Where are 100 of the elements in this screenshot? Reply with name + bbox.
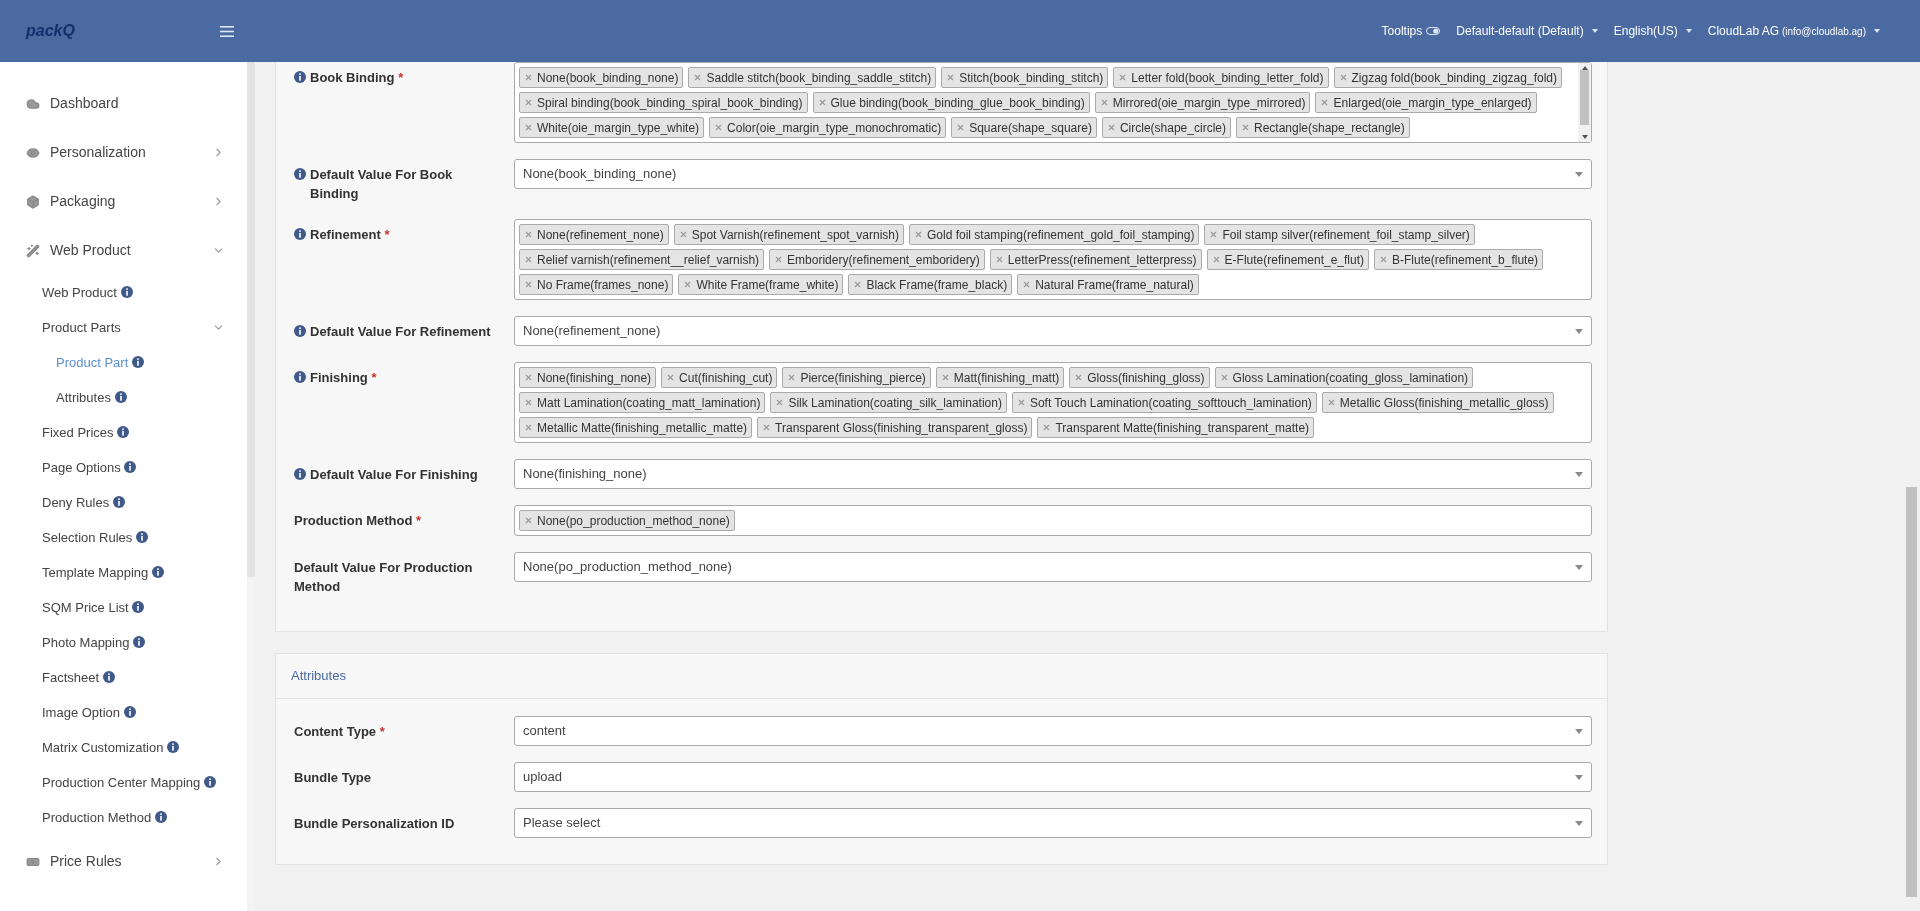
remove-icon[interactable]: [666, 373, 676, 382]
sidebar-subitem[interactable]: Template Mapping: [0, 555, 247, 590]
selected-tag[interactable]: Natural Frame(frame_natural): [1017, 274, 1199, 295]
remove-icon[interactable]: [853, 280, 863, 289]
select-field[interactable]: Please select: [514, 808, 1592, 838]
sidebar-subitem[interactable]: Attributes: [0, 380, 247, 415]
remove-icon[interactable]: [775, 398, 785, 407]
selected-tag[interactable]: Rectangle(shape_rectangle): [1235, 117, 1410, 138]
sidebar-subitem[interactable]: Photo Mapping: [0, 625, 247, 660]
selected-tag[interactable]: Gold foil stamping(refinement_gold_foil_stamping): [908, 224, 1200, 245]
remove-icon[interactable]: [524, 423, 533, 432]
remove-icon[interactable]: [524, 73, 533, 82]
menu-icon[interactable]: [220, 25, 234, 37]
sidebar-subitem[interactable]: Production Method: [0, 800, 247, 835]
selected-tag[interactable]: Matt(finishing_matt): [935, 367, 1065, 388]
remove-icon[interactable]: [1022, 280, 1032, 289]
selected-tag[interactable]: Metallic Matte(finishing_metallic_matte): [519, 417, 753, 438]
selected-tag[interactable]: E-Flute(refinement_e_flut): [1206, 249, 1369, 270]
select-field[interactable]: upload: [514, 762, 1592, 792]
sidebar-subitem[interactable]: Page Options: [0, 450, 247, 485]
selected-tag[interactable]: Saddle stitch(book_binding_saddle_stitch): [688, 67, 937, 88]
header-dropdown[interactable]: CloudLab AG (info@cloudlab.ag): [1707, 22, 1880, 40]
selected-tag[interactable]: None(book_binding_none): [519, 67, 684, 88]
remove-icon[interactable]: [946, 73, 956, 82]
remove-icon[interactable]: [1320, 98, 1330, 107]
sidebar-subitem[interactable]: Web Product: [0, 275, 247, 310]
remove-icon[interactable]: [1042, 423, 1052, 432]
select-field[interactable]: None(finishing_none): [514, 459, 1592, 489]
sidebar-subitem[interactable]: Production Center Mapping: [0, 765, 247, 800]
select-field[interactable]: None(refinement_none): [514, 316, 1592, 346]
selected-tag[interactable]: Black Frame(frame_black): [848, 274, 1013, 295]
remove-icon[interactable]: [524, 255, 533, 264]
remove-icon[interactable]: [524, 230, 533, 239]
select-field[interactable]: content: [514, 716, 1592, 746]
selected-tag[interactable]: Spiral binding(book_binding_spiral_book_binding): [519, 92, 808, 113]
sidebar-subitem[interactable]: SQM Price List: [0, 590, 247, 625]
remove-icon[interactable]: [678, 230, 688, 239]
remove-icon[interactable]: [524, 398, 533, 407]
selected-tag[interactable]: Transparent Matte(finishing_transparent_matte): [1037, 417, 1315, 438]
selected-tag[interactable]: Emboridery(refinement_emboridery): [769, 249, 985, 270]
multiselect-field[interactable]: [514, 219, 1592, 300]
sidebar-subitem[interactable]: Selection Rules: [0, 520, 247, 555]
remove-icon[interactable]: [693, 73, 703, 82]
selected-tag[interactable]: Metallic Gloss(finishing_metallic_gloss): [1321, 392, 1554, 413]
selected-tag[interactable]: White Frame(frame_white): [678, 274, 844, 295]
selected-tag[interactable]: Foil stamp silver(refinement_foil_stamp_silver): [1204, 224, 1475, 245]
sidebar-subitem[interactable]: Product Parts: [0, 310, 247, 345]
sidebar-subitem[interactable]: Matrix Customization: [0, 730, 247, 765]
remove-icon[interactable]: [1338, 73, 1348, 82]
selected-tag[interactable]: Mirrored(oie_margin_type_mirrored): [1094, 92, 1311, 113]
selected-tag[interactable]: Square(shape_square): [951, 117, 1097, 138]
remove-icon[interactable]: [913, 230, 923, 239]
header-dropdown[interactable]: Default-default (Default): [1456, 22, 1598, 40]
selected-tag[interactable]: None(refinement_none): [519, 224, 669, 245]
sidebar-item[interactable]: Web Product: [0, 226, 247, 275]
scroll-down-icon[interactable]: [1581, 135, 1588, 139]
sidebar-item[interactable]: Personalization: [0, 128, 247, 177]
sidebar-item[interactable]: Price Rules: [0, 837, 247, 886]
multiselect-field[interactable]: [514, 62, 1592, 143]
sidebar-subitem[interactable]: Factsheet: [0, 660, 247, 695]
remove-icon[interactable]: [1016, 398, 1026, 407]
selected-tag[interactable]: Pierce(finishing_pierce): [782, 367, 931, 388]
selected-tag[interactable]: Relief varnish(refinement__relief_varnish): [519, 249, 765, 270]
selected-tag[interactable]: Gloss(finishing_gloss): [1069, 367, 1210, 388]
selected-tag[interactable]: LetterPress(refinement_letterpress): [989, 249, 1202, 270]
selected-tag[interactable]: Glue binding(book_binding_glue_book_binding): [812, 92, 1090, 113]
selected-tag[interactable]: Silk Lamination(coating_silk_lamination): [770, 392, 1007, 413]
remove-icon[interactable]: [1099, 98, 1109, 107]
selected-tag[interactable]: Enlarged(oie_margin_type_enlarged): [1315, 92, 1537, 113]
remove-icon[interactable]: [1379, 255, 1388, 264]
selected-tag[interactable]: Gloss Lamination(coating_gloss_lamination): [1214, 367, 1474, 388]
remove-icon[interactable]: [524, 516, 533, 525]
remove-icon[interactable]: [787, 373, 797, 382]
sidebar-subitem[interactable]: Image Option: [0, 695, 247, 730]
remove-icon[interactable]: [956, 123, 966, 132]
remove-icon[interactable]: [714, 123, 724, 132]
selected-tag[interactable]: Spot Varnish(refinement_spot_varnish): [673, 224, 904, 245]
sidebar-scrollbar[interactable]: [247, 62, 255, 911]
remove-icon[interactable]: [940, 373, 950, 382]
sidebar-subitem[interactable]: Fixed Prices: [0, 415, 247, 450]
selected-tag[interactable]: Stitch(book_binding_stitch): [941, 67, 1109, 88]
sidebar-item[interactable]: Dashboard: [0, 79, 247, 128]
selected-tag[interactable]: Letter fold(book_binding_letter_fold): [1113, 67, 1329, 88]
remove-icon[interactable]: [1074, 373, 1084, 382]
remove-icon[interactable]: [1240, 123, 1250, 132]
remove-icon[interactable]: [1211, 255, 1221, 264]
selected-tag[interactable]: Color(oie_margin_type_monochromatic): [709, 117, 947, 138]
remove-icon[interactable]: [524, 373, 533, 382]
selected-tag[interactable]: B-Flute(refinement_b_flute): [1374, 249, 1544, 270]
sidebar-subitem[interactable]: Deny Rules: [0, 485, 247, 520]
selected-tag[interactable]: Cut(finishing_cut): [661, 367, 778, 388]
multiselect-field[interactable]: None(po_production_method_none): [514, 505, 1592, 536]
sidebar-subitem[interactable]: Product Part: [0, 345, 247, 380]
selected-tag[interactable]: Transparent Gloss(finishing_transparent_gloss): [757, 417, 1033, 438]
sidebar-item[interactable]: Packaging: [0, 177, 247, 226]
select-field[interactable]: None(book_binding_none): [514, 159, 1592, 189]
selected-tag[interactable]: White(oie_margin_type_white): [519, 117, 705, 138]
remove-icon[interactable]: [524, 280, 533, 289]
remove-icon[interactable]: [1118, 73, 1128, 82]
remove-icon[interactable]: [524, 123, 533, 132]
